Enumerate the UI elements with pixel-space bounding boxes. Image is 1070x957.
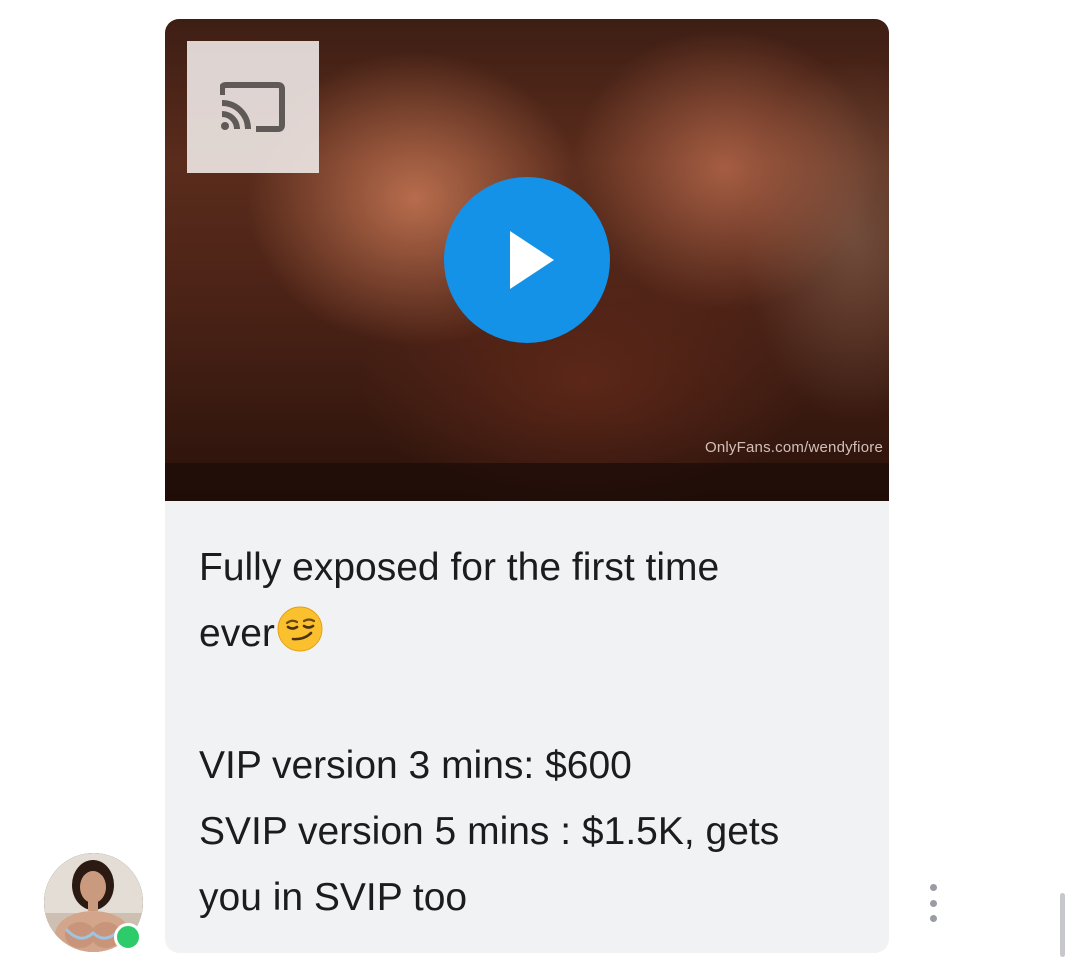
video-preview[interactable]: OnlyFans.com/wendyfiore bbox=[165, 19, 889, 501]
video-control-bar bbox=[165, 463, 889, 501]
caption-line: Fully exposed for the first time bbox=[199, 546, 720, 589]
scrollbar-thumb[interactable] bbox=[1060, 893, 1065, 957]
caption-line: SVIP version 5 mins : $1.5K, gets bbox=[199, 810, 780, 853]
cast-icon bbox=[220, 82, 285, 132]
online-status-indicator bbox=[114, 923, 142, 951]
play-button[interactable] bbox=[444, 177, 610, 343]
caption-text: ever bbox=[199, 612, 275, 655]
chat-view: OnlyFans.com/wendyfiore Fully exposed fo… bbox=[0, 0, 1070, 957]
more-vertical-icon-dot bbox=[929, 899, 937, 907]
more-vertical-icon bbox=[929, 884, 937, 891]
caption-line: you in SVIP too bbox=[199, 876, 468, 919]
message-caption: Fully exposed for the first time ever VI… bbox=[199, 535, 859, 931]
cast-button[interactable] bbox=[187, 41, 319, 173]
caption-line-with-emoji: ever bbox=[199, 601, 859, 667]
more-vertical-icon-dot bbox=[929, 915, 937, 922]
play-icon bbox=[510, 231, 554, 289]
message-options-button[interactable] bbox=[920, 884, 946, 922]
smirking-face-icon bbox=[277, 606, 323, 652]
caption-line: VIP version 3 mins: $600 bbox=[199, 744, 632, 787]
video-watermark: OnlyFans.com/wendyfiore bbox=[704, 439, 883, 456]
message-bubble: OnlyFans.com/wendyfiore Fully exposed fo… bbox=[165, 19, 889, 953]
